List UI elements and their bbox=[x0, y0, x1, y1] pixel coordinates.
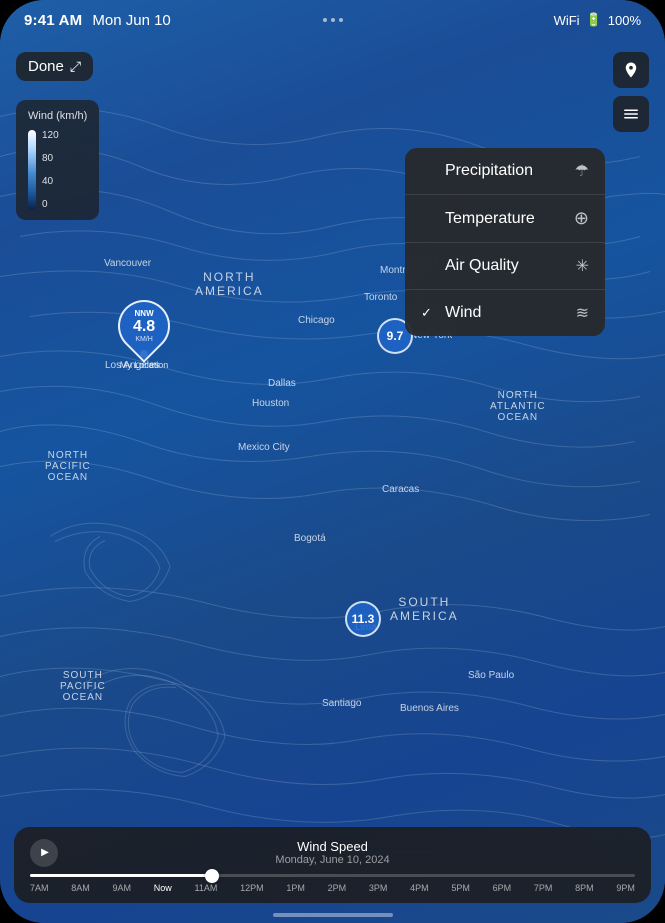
status-icons: WiFi 🔋 100% bbox=[554, 12, 641, 28]
timeline-labels: 7AM 8AM 9AM Now 11AM 12PM 1PM 2PM 3PM 4P… bbox=[30, 883, 635, 893]
status-time: 9:41 AM bbox=[24, 12, 82, 29]
compass-icon bbox=[622, 61, 640, 79]
wind-legend-bar: 120 80 40 0 bbox=[28, 130, 87, 210]
timeline-title-group: Wind Speed Monday, June 10, 2024 bbox=[275, 839, 389, 866]
tl-8pm: 8PM bbox=[575, 883, 594, 893]
timeline-subtitle: Monday, June 10, 2024 bbox=[275, 854, 389, 866]
timeline-panel: ▶ Wind Speed Monday, June 10, 2024 7AM 8… bbox=[14, 827, 651, 903]
status-bar: 9:41 AM Mon Jun 10 WiFi 🔋 100% bbox=[0, 0, 665, 40]
device-frame: 9:41 AM Mon Jun 10 WiFi 🔋 100% Done ⤢ bbox=[0, 0, 665, 923]
tl-now: Now bbox=[154, 883, 172, 893]
wind-val-0: 0 bbox=[42, 199, 59, 210]
play-button[interactable]: ▶ bbox=[30, 839, 58, 867]
air-quality-icon: ✳ bbox=[576, 256, 589, 276]
wind-val-40: 40 bbox=[42, 176, 59, 187]
done-button-label: Done bbox=[28, 58, 64, 75]
temperature-label: Temperature bbox=[445, 210, 535, 228]
wifi-icon: WiFi bbox=[554, 13, 580, 28]
map-background bbox=[0, 0, 665, 923]
tl-9am: 9AM bbox=[113, 883, 132, 893]
wind-unit: KM/H bbox=[133, 336, 155, 343]
timeline-fill bbox=[30, 874, 212, 877]
wind-checkmark: ✓ bbox=[421, 305, 437, 321]
tl-3pm: 3PM bbox=[369, 883, 388, 893]
play-icon: ▶ bbox=[41, 847, 49, 858]
precipitation-item[interactable]: Precipitation ☂ bbox=[405, 148, 605, 195]
timeline-header: ▶ Wind Speed Monday, June 10, 2024 bbox=[30, 839, 635, 866]
speed-value-lima: 11.3 bbox=[352, 612, 375, 626]
wind-item[interactable]: ✓ Wind ≋ bbox=[405, 290, 605, 336]
wind-lines-svg bbox=[0, 0, 665, 923]
precipitation-label: Precipitation bbox=[445, 162, 533, 180]
precipitation-icon: ☂ bbox=[575, 161, 589, 181]
wind-color-gradient bbox=[28, 130, 36, 210]
air-quality-item[interactable]: Air Quality ✳ bbox=[405, 243, 605, 290]
home-indicator bbox=[273, 913, 393, 917]
tl-2pm: 2PM bbox=[328, 883, 347, 893]
location-button[interactable] bbox=[613, 52, 649, 88]
location-pin[interactable]: NNW 4.8 KM/H My Location bbox=[118, 300, 170, 370]
tl-12pm: 12PM bbox=[240, 883, 264, 893]
layer-dropdown-menu: Precipitation ☂ Temperature ⊕ Air Qualit… bbox=[405, 148, 605, 336]
tl-1pm: 1PM bbox=[286, 883, 305, 893]
air-quality-label: Air Quality bbox=[445, 257, 519, 275]
tl-7pm: 7PM bbox=[534, 883, 553, 893]
wind-direction: NNW bbox=[133, 309, 155, 318]
speed-circle-lima[interactable]: 11.3 bbox=[345, 601, 381, 637]
tl-8am: 8AM bbox=[71, 883, 90, 893]
wind-val-80: 80 bbox=[42, 153, 59, 164]
speed-value-newyork: 9.7 bbox=[387, 329, 404, 343]
tl-4pm: 4PM bbox=[410, 883, 429, 893]
wind-val-120: 120 bbox=[42, 130, 59, 141]
wind-icon: ≋ bbox=[576, 303, 589, 323]
wind-speed: 4.8 bbox=[133, 318, 155, 335]
battery-percent: 100% bbox=[608, 13, 641, 28]
wind-legend-title: Wind (km/h) bbox=[28, 110, 87, 122]
battery-icon: 🔋 bbox=[586, 12, 602, 28]
tl-5pm: 5PM bbox=[451, 883, 470, 893]
layers-button[interactable] bbox=[613, 96, 649, 132]
timeline-title: Wind Speed bbox=[275, 839, 389, 854]
location-bubble: NNW 4.8 KM/H bbox=[107, 289, 181, 363]
tl-11am: 11AM bbox=[195, 883, 218, 893]
status-date: Mon Jun 10 bbox=[92, 12, 170, 29]
top-right-buttons bbox=[613, 52, 649, 132]
done-button[interactable]: Done ⤢ bbox=[16, 52, 93, 81]
wind-label: Wind bbox=[445, 304, 481, 322]
cursor-icon: ⤢ bbox=[70, 58, 81, 75]
temperature-item[interactable]: Temperature ⊕ bbox=[405, 195, 605, 243]
timeline-track bbox=[30, 874, 635, 877]
tl-6pm: 6PM bbox=[493, 883, 512, 893]
timeline-thumb[interactable] bbox=[205, 869, 219, 883]
layers-icon bbox=[622, 105, 640, 123]
timeline-slider[interactable] bbox=[30, 874, 635, 877]
tl-9pm: 9PM bbox=[616, 883, 635, 893]
wind-legend-values: 120 80 40 0 bbox=[42, 130, 59, 210]
temperature-icon: ⊕ bbox=[574, 208, 589, 229]
wind-legend: Wind (km/h) 120 80 40 0 bbox=[16, 100, 99, 220]
tl-7am: 7AM bbox=[30, 883, 49, 893]
